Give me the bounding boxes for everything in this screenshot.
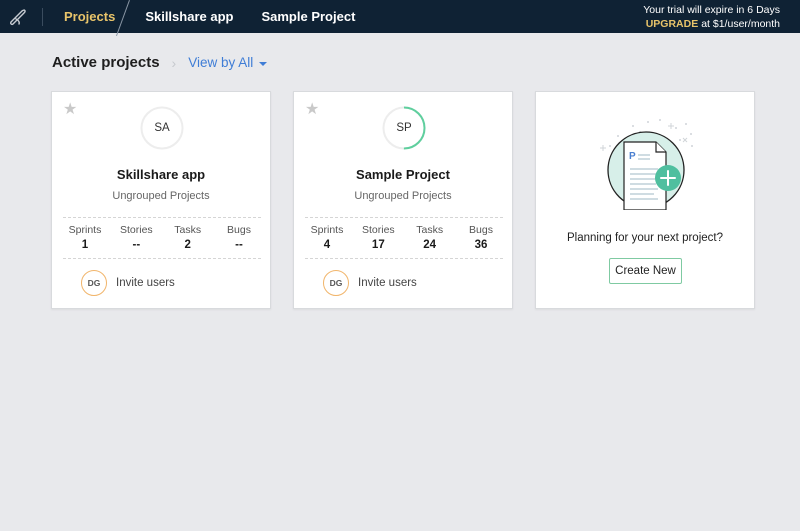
new-project-prompt: Planning for your next project?	[567, 232, 723, 244]
project-initials: SP	[396, 122, 412, 134]
user-avatar: DG	[323, 270, 349, 296]
stat-label: Stories	[361, 224, 395, 236]
stat-value: --	[235, 239, 243, 251]
project-avatar: SA	[140, 106, 184, 150]
project-avatar: SP	[382, 106, 426, 150]
stat-label: Bugs	[227, 224, 251, 236]
stat-label: Tasks	[174, 224, 202, 236]
invite-users-button[interactable]: DG Invite users	[81, 270, 175, 296]
svg-text:P: P	[629, 151, 636, 162]
project-name[interactable]: Sample Project	[294, 167, 512, 182]
new-project-card: P Planning for your next project? Create…	[535, 91, 755, 309]
divider	[63, 258, 261, 259]
caret-down-icon	[259, 61, 268, 66]
view-by-label: View by All	[188, 55, 254, 70]
nav-skillshare-app[interactable]: Skillshare app	[145, 9, 233, 24]
project-stats: Sprints 4 Stories 17 Tasks 24 Bugs 36	[305, 224, 503, 251]
trial-notice: Your trial will expire in 6 Days UPGRADE…	[643, 3, 780, 31]
user-avatar: DG	[81, 270, 107, 296]
divider	[42, 7, 43, 26]
stat-value: 17	[371, 239, 385, 251]
stat-sprints[interactable]: Sprints 4	[305, 224, 349, 251]
stat-tasks[interactable]: Tasks 2	[166, 224, 210, 251]
star-icon[interactable]: ★	[63, 99, 77, 119]
stat-tasks[interactable]: Tasks 24	[408, 224, 452, 251]
stat-label: Sprints	[310, 224, 344, 236]
stat-value: 36	[474, 239, 488, 251]
stat-stories[interactable]: Stories 17	[356, 224, 400, 251]
divider	[63, 217, 261, 218]
project-card[interactable]: ★ SA Skillshare app Ungrouped Projects S…	[51, 91, 271, 309]
stat-value: 2	[184, 239, 191, 251]
project-name[interactable]: Skillshare app	[52, 167, 270, 182]
nav-projects[interactable]: Projects	[64, 9, 115, 24]
project-initials: SA	[154, 122, 170, 134]
project-group: Ungrouped Projects	[112, 190, 210, 202]
upgrade-link[interactable]: UPGRADE	[646, 18, 699, 30]
divider	[305, 258, 503, 259]
new-document-plus-icon: P	[600, 119, 693, 210]
stat-bugs[interactable]: Bugs --	[217, 224, 261, 251]
stat-label: Stories	[119, 224, 153, 236]
project-card[interactable]: ★ SP Sample Project Ungrouped Projects S…	[293, 91, 513, 309]
stat-value: --	[132, 239, 141, 251]
top-bar: Projects Skillshare app Sample Project Y…	[0, 0, 800, 33]
invite-users-label: Invite users	[116, 277, 175, 289]
invite-users-button[interactable]: DG Invite users	[323, 270, 417, 296]
project-stats: Sprints 1 Stories -- Tasks 2 Bugs --	[63, 224, 261, 251]
create-new-button[interactable]: Create New	[609, 258, 682, 284]
app-logo[interactable]	[0, 0, 36, 33]
stat-bugs[interactable]: Bugs 36	[459, 224, 503, 251]
project-group: Ungrouped Projects	[354, 190, 452, 202]
star-icon[interactable]: ★	[305, 99, 319, 119]
stat-stories[interactable]: Stories --	[114, 224, 158, 251]
view-by-dropdown[interactable]: View by All	[188, 55, 268, 70]
page-title: Active projects	[52, 54, 160, 71]
upgrade-price: at $1/user/month	[701, 18, 780, 30]
stat-value: 1	[81, 239, 89, 251]
quill-logo-icon	[10, 8, 26, 25]
trial-message: Your trial will expire in 6 Days	[643, 4, 780, 16]
stat-label: Sprints	[68, 224, 102, 236]
stat-sprints[interactable]: Sprints 1	[63, 224, 107, 251]
stat-value: 4	[323, 239, 331, 251]
stat-label: Tasks	[416, 224, 444, 236]
stat-value: 24	[423, 239, 437, 251]
invite-users-label: Invite users	[358, 277, 417, 289]
stat-label: Bugs	[469, 224, 493, 236]
divider	[305, 217, 503, 218]
chevron-right-icon: ›	[171, 54, 177, 71]
nav-sample-project[interactable]: Sample Project	[261, 9, 355, 24]
page-header: Active projects › View by All	[52, 54, 268, 71]
breadcrumb-separator	[115, 0, 145, 33]
